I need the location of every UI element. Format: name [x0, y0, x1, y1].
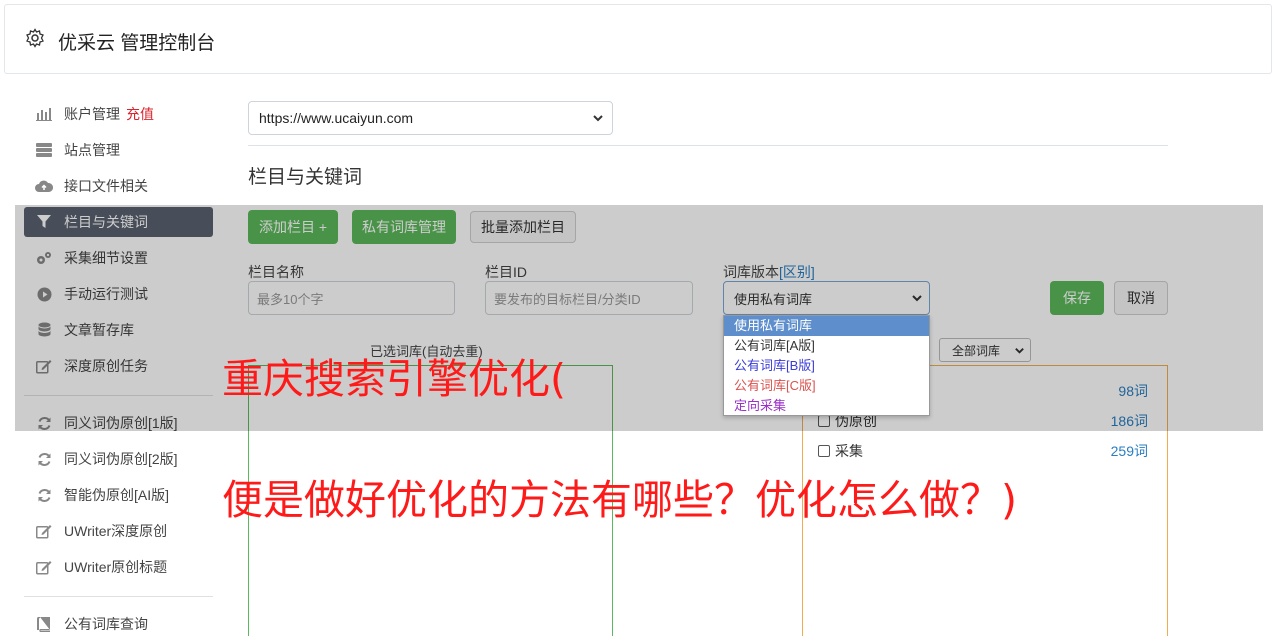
sidebar-item-label: UWriter原创标题 [64, 559, 168, 575]
sidebar-item-label: 账户管理 [64, 106, 120, 122]
sidebar-item-ai-rewrite[interactable]: 智能伪原创[AI版] [24, 480, 213, 510]
section-title: 栏目与关键词 [248, 167, 363, 188]
dropdown-option[interactable]: 使用私有词库 [724, 316, 929, 336]
recharge-link[interactable]: 充值 [126, 104, 154, 124]
sidebar-item-label: 智能伪原创[AI版] [64, 487, 170, 503]
dropdown-option[interactable]: 公有词库[B版] [724, 356, 929, 376]
sidebar-item-sites[interactable]: 站点管理 [24, 135, 213, 165]
lib-row-label: 采集 [835, 443, 863, 459]
refresh-icon [35, 486, 53, 504]
sidebar-item-uwriter-deep[interactable]: UWriter深度原创 [24, 516, 213, 546]
dropdown-option[interactable]: 定向采集 [724, 396, 929, 416]
sidebar-item-synonym-v2[interactable]: 同义词伪原创[2版] [24, 444, 213, 474]
app-title: 优采云 管理控制台 [58, 33, 216, 54]
sidebar-item-uwriter-title[interactable]: UWriter原创标题 [24, 552, 213, 582]
sidebar-item-label: 公有词库查询 [64, 616, 148, 632]
server-icon [35, 141, 53, 159]
sidebar-item-account[interactable]: 账户管理 充值 [24, 99, 213, 129]
dim-overlay [15, 205, 1263, 431]
sidebar-item-public-lib-query[interactable]: 公有词库查询 [24, 609, 213, 636]
lib-row[interactable]: 采集 259词 [818, 441, 1148, 461]
divider [248, 145, 1168, 146]
top-bar: 优采云 管理控制台 [4, 4, 1272, 74]
sidebar-divider [24, 596, 213, 597]
edit-icon [35, 558, 53, 576]
cloud-upload-icon [35, 177, 53, 195]
book-icon [35, 615, 53, 633]
lib-checkbox[interactable] [818, 445, 830, 457]
sidebar-item-label: UWriter深度原创 [64, 523, 168, 539]
chevron-down-icon [593, 115, 603, 122]
sidebar-item-interface[interactable]: 接口文件相关 [24, 171, 213, 201]
overlay-caption-line1: 重庆搜索引擎优化( [222, 355, 566, 403]
overlay-caption-line2: 便是做好优化的方法有哪些？优化怎么做？) [222, 476, 1017, 524]
gear-icon [26, 28, 44, 48]
dropdown-option[interactable]: 公有词库[C版] [724, 376, 929, 396]
lib-version-dropdown[interactable]: 使用私有词库 公有词库[A版] 公有词库[B版] 公有词库[C版] 定向采集 [723, 315, 930, 416]
bar-chart-icon [35, 105, 53, 123]
site-select-value: https://www.ucaiyun.com [259, 110, 414, 126]
sidebar-item-label: 站点管理 [64, 142, 120, 158]
edit-icon [35, 522, 53, 540]
sidebar-item-label: 同义词伪原创[2版] [64, 451, 178, 467]
site-select[interactable]: https://www.ucaiyun.com [248, 101, 613, 135]
sidebar-item-label: 接口文件相关 [64, 178, 148, 194]
lib-row-count: 259词 [1110, 443, 1148, 459]
dropdown-option[interactable]: 公有词库[A版] [724, 336, 929, 356]
refresh-icon [35, 450, 53, 468]
